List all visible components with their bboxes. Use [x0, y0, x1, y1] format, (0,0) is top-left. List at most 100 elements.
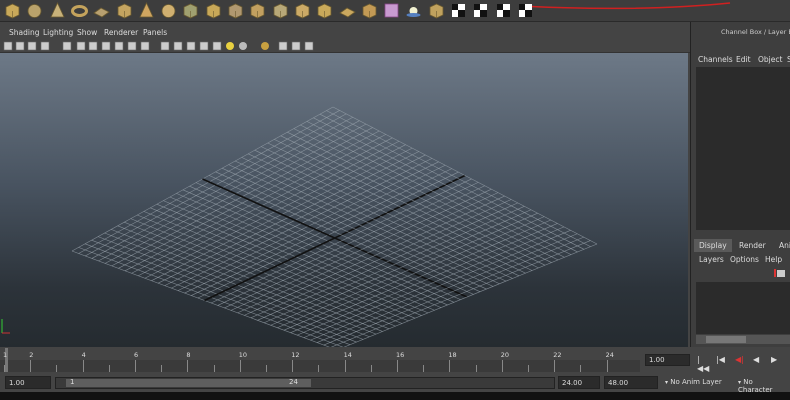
menu-edit[interactable]: Edit: [736, 55, 751, 64]
menu-channels[interactable]: Channels: [698, 55, 733, 64]
time-tick-label: 4: [81, 351, 86, 359]
ground-grid: [71, 106, 598, 347]
checker-icon[interactable]: [450, 2, 467, 19]
pipe-icon[interactable]: [227, 2, 244, 19]
time-tick: [528, 365, 529, 372]
viewport-tool-icon[interactable]: [76, 41, 86, 51]
cone-icon[interactable]: [49, 2, 66, 19]
anim-layer-label: No Anim Layer: [670, 378, 722, 386]
sphere-icon[interactable]: [26, 2, 43, 19]
start-time-field[interactable]: 1.00: [5, 376, 51, 389]
max-time-field[interactable]: 48.00: [604, 376, 658, 389]
layer-scrollbar[interactable]: [696, 335, 790, 344]
time-tick: [344, 360, 346, 372]
viewport-tool-icon[interactable]: [173, 41, 183, 51]
cube-icon[interactable]: [294, 2, 311, 19]
menu-lighting[interactable]: Lighting: [43, 28, 73, 37]
viewport-tool-icon[interactable]: [140, 41, 150, 51]
command-line[interactable]: [0, 392, 790, 400]
viewport-tool-icon[interactable]: [62, 41, 72, 51]
sphere-icon[interactable]: [160, 2, 177, 19]
channel-box-area[interactable]: [696, 67, 790, 230]
time-tick-label: 24: [605, 351, 614, 359]
viewport-tool-icon[interactable]: [225, 41, 235, 51]
time-tick: [554, 360, 556, 372]
viewport-tool-icon[interactable]: [291, 41, 301, 51]
range-slider-track[interactable]: 1 24: [55, 377, 555, 389]
viewport-tool-icon[interactable]: [27, 41, 37, 51]
viewport-tool-icon[interactable]: [3, 41, 13, 51]
shader-icon[interactable]: [383, 2, 400, 19]
time-tick: [318, 365, 320, 372]
plane-icon[interactable]: [93, 2, 110, 19]
viewport-tool-icon[interactable]: [160, 41, 170, 51]
menu-shading[interactable]: Shading: [9, 28, 39, 37]
light-icon[interactable]: [405, 2, 422, 19]
viewport-tool-icon[interactable]: [238, 41, 248, 51]
menu-options[interactable]: Options: [730, 255, 759, 264]
viewport-tool-icon[interactable]: [278, 41, 288, 51]
range-end-label: 24: [289, 378, 298, 386]
step-back-key-icon[interactable]: |◀: [716, 355, 726, 365]
time-tick: [370, 365, 372, 372]
viewport-tool-icon[interactable]: [212, 41, 222, 51]
play-forward-icon[interactable]: ▶: [771, 355, 781, 365]
time-tick-label: 2: [29, 351, 34, 359]
anim-layer-dropdown[interactable]: ▾ No Anim Layer: [662, 376, 732, 389]
checker-icon[interactable]: [495, 2, 512, 19]
go-start-icon[interactable]: |◀◀: [697, 355, 709, 373]
menu-renderer[interactable]: Renderer: [104, 28, 138, 37]
menu-help[interactable]: Help: [765, 255, 782, 264]
torus-icon[interactable]: [70, 2, 88, 19]
channel-box-panel: Channel Box / Layer Edito Channels Edit …: [690, 22, 790, 347]
tab-ani[interactable]: Ani: [774, 239, 790, 252]
menu-object[interactable]: Object: [758, 55, 782, 64]
menu-show[interactable]: Show: [77, 28, 97, 37]
cube-icon[interactable]: [428, 2, 445, 19]
step-back-icon[interactable]: ◀|: [735, 355, 745, 365]
time-tick-label: 10: [238, 351, 248, 359]
menu-panels[interactable]: Panels: [143, 28, 167, 37]
character-set-dropdown[interactable]: ▾ No Character: [735, 376, 790, 394]
time-tick: [213, 365, 215, 372]
menu-layers[interactable]: Layers: [699, 255, 724, 264]
time-tick: [187, 360, 189, 372]
viewport-tool-icon[interactable]: [40, 41, 50, 51]
viewport-tool-icon[interactable]: [199, 41, 209, 51]
viewport-tool-icon[interactable]: [114, 41, 124, 51]
tab-render[interactable]: Render: [734, 239, 771, 252]
layer-list-area[interactable]: [696, 282, 790, 334]
viewport-tool-icon[interactable]: [101, 41, 111, 51]
tab-display[interactable]: Display: [694, 239, 732, 252]
cube-icon[interactable]: [249, 2, 266, 19]
time-tick: [4, 365, 5, 372]
move-icon[interactable]: [316, 2, 333, 19]
range-slider-thumb[interactable]: [66, 379, 311, 387]
scroll-thumb[interactable]: [706, 336, 746, 343]
viewport-tool-icon[interactable]: [15, 41, 25, 51]
soccer-ball-icon[interactable]: [272, 2, 289, 19]
plane-icon[interactable]: [338, 2, 356, 19]
cylinder-icon[interactable]: [116, 2, 133, 19]
cube-icon[interactable]: [205, 2, 222, 19]
new-layer-icon[interactable]: [774, 269, 786, 279]
viewport-tool-icon[interactable]: [127, 41, 137, 51]
pyramid-icon[interactable]: [138, 2, 155, 19]
grid-line: [326, 110, 591, 247]
cube-icon[interactable]: [4, 2, 21, 19]
checker-icon[interactable]: [472, 2, 489, 19]
time-tick: [161, 365, 163, 372]
cube-icon[interactable]: [361, 2, 378, 19]
viewport-tool-icon[interactable]: [304, 41, 314, 51]
current-frame-field[interactable]: 1.00: [645, 354, 690, 366]
time-slider-track[interactable]: [0, 360, 640, 372]
helix-icon[interactable]: [182, 2, 199, 19]
viewport-tool-icon[interactable]: [186, 41, 196, 51]
viewport-3d[interactable]: [0, 53, 688, 347]
end-time-field[interactable]: 24.00: [558, 376, 600, 389]
viewport-tool-icon[interactable]: [260, 41, 270, 51]
play-back-icon[interactable]: ◀: [753, 355, 763, 365]
checker-icon[interactable]: [517, 2, 534, 19]
viewport-tool-icon[interactable]: [88, 41, 98, 51]
time-slider[interactable]: 1 2 4 6 8 10 12 14 16 18 20 22 24: [0, 348, 640, 372]
